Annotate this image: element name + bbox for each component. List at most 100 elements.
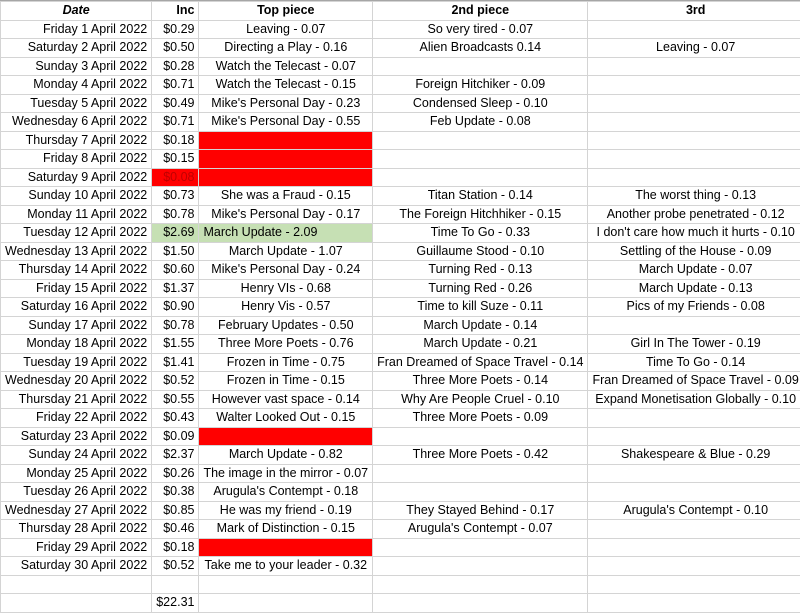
second-piece-cell[interactable]: The Foreign Hitchhiker - 0.15	[372, 204, 589, 224]
third-piece-cell[interactable]	[587, 519, 800, 539]
income-cell[interactable]: $0.15	[151, 149, 200, 169]
top-piece-cell[interactable]: Mark of Distinction - 0.15	[198, 519, 374, 539]
second-piece-cell[interactable]	[372, 426, 589, 446]
income-cell[interactable]: $0.60	[151, 260, 200, 280]
second-piece-cell[interactable]: Why Are People Cruel - 0.10	[372, 389, 589, 409]
date-cell[interactable]: Sunday 24 April 2022	[0, 445, 153, 465]
income-cell[interactable]: $1.37	[151, 278, 200, 298]
top-piece-cell[interactable]: Watch the Telecast - 0.07	[198, 56, 374, 76]
second-piece-cell[interactable]: Alien Broadcasts 0.14	[372, 38, 589, 58]
third-piece-cell[interactable]	[587, 426, 800, 446]
income-cell[interactable]: $1.41	[151, 352, 200, 372]
second-piece-cell[interactable]	[372, 149, 589, 169]
top-piece-cell[interactable]: March Update - 1.07	[198, 241, 374, 261]
top-piece-cell[interactable]: Leaving - 0.07	[198, 19, 374, 39]
third-piece-cell[interactable]: March Update - 0.07	[587, 260, 800, 280]
top-piece-cell[interactable]: The image in the mirror - 0.07	[198, 463, 374, 483]
second-piece-cell[interactable]	[372, 463, 589, 483]
date-cell[interactable]: Sunday 3 April 2022	[0, 56, 153, 76]
income-cell[interactable]: $0.08	[151, 167, 200, 187]
empty-cell[interactable]	[0, 574, 153, 594]
date-cell[interactable]: Saturday 2 April 2022	[0, 38, 153, 58]
top-piece-cell[interactable]	[198, 426, 374, 446]
income-cell[interactable]: $1.50	[151, 241, 200, 261]
third-piece-cell[interactable]: March Update - 0.13	[587, 278, 800, 298]
third-piece-cell[interactable]	[587, 19, 800, 39]
second-piece-cell[interactable]: They Stayed Behind - 0.17	[372, 500, 589, 520]
third-piece-cell[interactable]: Settling of the House - 0.09	[587, 241, 800, 261]
top-piece-cell[interactable]: March Update - 0.82	[198, 445, 374, 465]
third-piece-cell[interactable]	[587, 75, 800, 95]
third-piece-cell[interactable]: Girl In The Tower - 0.19	[587, 334, 800, 354]
header-third-piece[interactable]: 3rd	[587, 1, 800, 21]
header-date[interactable]: Date	[0, 1, 153, 21]
income-cell[interactable]: $0.50	[151, 38, 200, 58]
second-piece-cell[interactable]: Three More Poets - 0.42	[372, 445, 589, 465]
top-piece-cell[interactable]	[198, 130, 374, 150]
income-cell[interactable]: $0.46	[151, 519, 200, 539]
income-cell[interactable]: $0.29	[151, 19, 200, 39]
top-piece-cell[interactable]: Walter Looked Out - 0.15	[198, 408, 374, 428]
date-cell[interactable]: Monday 25 April 2022	[0, 463, 153, 483]
income-cell[interactable]: $0.71	[151, 112, 200, 132]
top-piece-cell[interactable]: She was a Fraud - 0.15	[198, 186, 374, 206]
date-cell[interactable]: Wednesday 13 April 2022	[0, 241, 153, 261]
second-piece-cell[interactable]: Time to kill Suze - 0.11	[372, 297, 589, 317]
top-piece-cell[interactable]: Frozen in Time - 0.75	[198, 352, 374, 372]
third-piece-cell[interactable]: The worst thing - 0.13	[587, 186, 800, 206]
date-cell[interactable]: Sunday 17 April 2022	[0, 315, 153, 335]
second-piece-cell[interactable]: Feb Update - 0.08	[372, 112, 589, 132]
income-cell[interactable]: $0.52	[151, 556, 200, 576]
empty-cell[interactable]	[587, 574, 800, 594]
third-piece-cell[interactable]	[587, 93, 800, 113]
top-piece-cell[interactable]: However vast space - 0.14	[198, 389, 374, 409]
income-cell[interactable]: $0.73	[151, 186, 200, 206]
income-cell[interactable]: $0.55	[151, 389, 200, 409]
date-cell[interactable]: Saturday 23 April 2022	[0, 426, 153, 446]
income-cell[interactable]: $1.55	[151, 334, 200, 354]
date-cell[interactable]: Tuesday 5 April 2022	[0, 93, 153, 113]
income-cell[interactable]: $0.09	[151, 426, 200, 446]
date-cell[interactable]: Monday 11 April 2022	[0, 204, 153, 224]
date-cell[interactable]: Wednesday 27 April 2022	[0, 500, 153, 520]
second-piece-cell[interactable]: Three More Poets - 0.14	[372, 371, 589, 391]
third-piece-cell[interactable]	[587, 556, 800, 576]
income-cell[interactable]: $0.85	[151, 500, 200, 520]
top-piece-cell[interactable]: Three More Poets - 0.76	[198, 334, 374, 354]
income-cell[interactable]: $0.52	[151, 371, 200, 391]
second-piece-cell[interactable]	[372, 56, 589, 76]
second-piece-cell[interactable]: Foreign Hitchiker - 0.09	[372, 75, 589, 95]
third-piece-cell[interactable]: Shakespeare & Blue - 0.29	[587, 445, 800, 465]
second-piece-cell[interactable]: Arugula's Contempt - 0.07	[372, 519, 589, 539]
total-label-cell[interactable]	[0, 593, 153, 613]
date-cell[interactable]: Saturday 30 April 2022	[0, 556, 153, 576]
third-piece-cell[interactable]	[587, 167, 800, 187]
top-piece-cell[interactable]: Frozen in Time - 0.15	[198, 371, 374, 391]
date-cell[interactable]: Tuesday 12 April 2022	[0, 223, 153, 243]
date-cell[interactable]: Sunday 10 April 2022	[0, 186, 153, 206]
top-piece-cell[interactable]: He was my friend - 0.19	[198, 500, 374, 520]
date-cell[interactable]: Thursday 28 April 2022	[0, 519, 153, 539]
header-inc[interactable]: Inc	[151, 1, 200, 21]
top-piece-cell[interactable]: March Update - 2.09	[198, 223, 374, 243]
empty-cell[interactable]	[198, 574, 374, 594]
date-cell[interactable]: Friday 29 April 2022	[0, 537, 153, 557]
income-cell[interactable]: $0.90	[151, 297, 200, 317]
income-cell[interactable]: $0.78	[151, 315, 200, 335]
second-piece-cell[interactable]	[372, 167, 589, 187]
third-piece-cell[interactable]: Expand Monetisation Globally - 0.10	[587, 389, 800, 409]
empty-cell[interactable]	[587, 593, 800, 613]
date-cell[interactable]: Monday 4 April 2022	[0, 75, 153, 95]
date-cell[interactable]: Wednesday 20 April 2022	[0, 371, 153, 391]
third-piece-cell[interactable]: Arugula's Contempt - 0.10	[587, 500, 800, 520]
third-piece-cell[interactable]	[587, 408, 800, 428]
top-piece-cell[interactable]: Take me to your leader - 0.32	[198, 556, 374, 576]
second-piece-cell[interactable]	[372, 556, 589, 576]
third-piece-cell[interactable]	[587, 463, 800, 483]
second-piece-cell[interactable]: So very tired - 0.07	[372, 19, 589, 39]
date-cell[interactable]: Saturday 9 April 2022	[0, 167, 153, 187]
income-cell[interactable]: $0.18	[151, 537, 200, 557]
third-piece-cell[interactable]	[587, 149, 800, 169]
second-piece-cell[interactable]: Turning Red - 0.26	[372, 278, 589, 298]
top-piece-cell[interactable]	[198, 149, 374, 169]
